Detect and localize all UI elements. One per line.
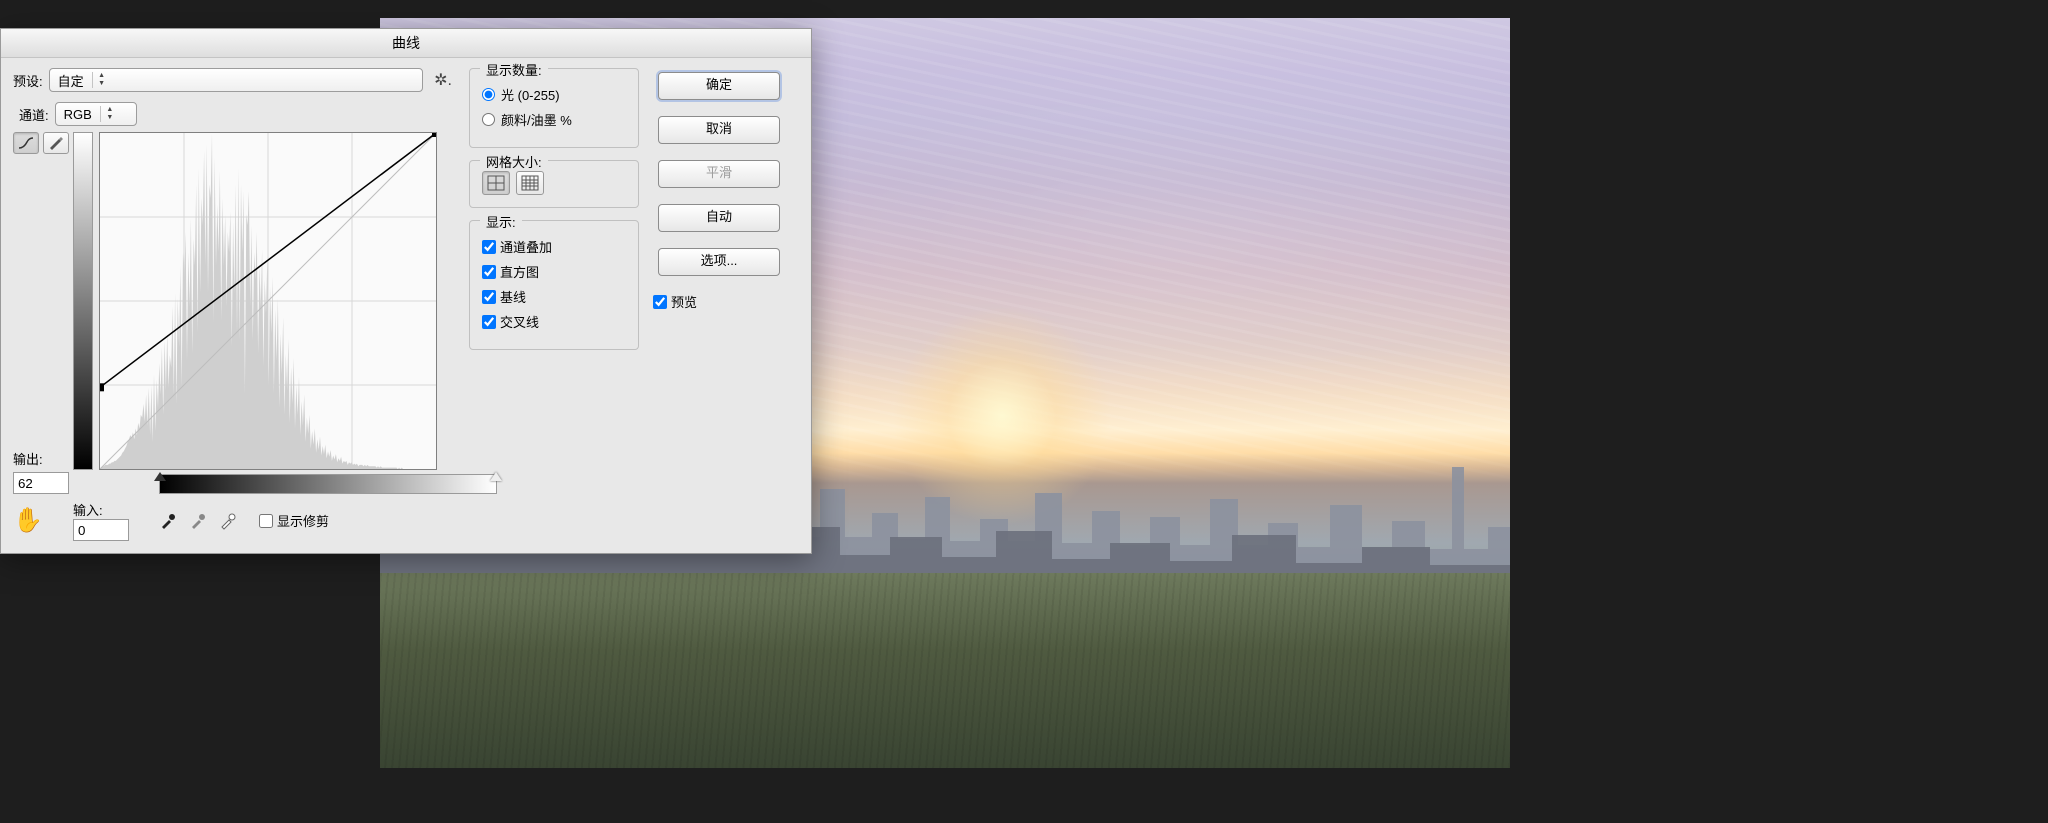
gear-icon[interactable]: ✲. [433,70,453,90]
baseline-label: 基线 [500,287,526,306]
intersection-checkbox[interactable]: 交叉线 [482,312,626,331]
display-amount-title: 显示数量: [480,60,548,79]
white-point-slider[interactable] [490,472,502,481]
cancel-button[interactable]: 取消 [658,116,780,144]
curve-tool-button[interactable] [13,132,39,154]
ok-button[interactable]: 确定 [658,72,780,100]
channel-label: 通道: [19,105,49,124]
smooth-button[interactable]: 平滑 [658,160,780,188]
foreground-trees [380,573,1510,768]
histogram-label: 直方图 [500,262,539,281]
show-group: 显示: 通道叠加 直方图 基线 交叉线 [469,220,639,350]
grid-size-group: 网格大小: [469,160,639,208]
preview-checkbox[interactable]: 预览 [653,292,789,311]
baseline-checkbox[interactable]: 基线 [482,287,626,306]
display-amount-group: 显示数量: 光 (0-255) 颜料/油墨 % [469,68,639,148]
black-eyedropper-icon[interactable] [157,510,179,532]
light-radio[interactable]: 光 (0-255) [482,85,626,104]
grid-coarse-button[interactable] [482,171,510,195]
show-title: 显示: [480,212,522,231]
pigment-radio[interactable]: 颜料/油墨 % [482,110,626,129]
options-button[interactable]: 选项... [658,248,780,276]
histogram-checkbox[interactable]: 直方图 [482,262,626,281]
preset-value: 自定 [50,71,92,90]
dialog-title[interactable]: 曲线 [1,29,811,58]
output-field[interactable] [13,472,69,494]
channel-select[interactable]: RGB ▲▼ [55,102,137,126]
channel-value: RGB [56,107,100,122]
output-label: 输出: [13,449,43,468]
gray-eyedropper-icon[interactable] [187,510,209,532]
grid-size-title: 网格大小: [480,152,548,171]
auto-button[interactable]: 自动 [658,204,780,232]
pigment-radio-label: 颜料/油墨 % [501,110,572,129]
output-gradient [73,132,93,470]
grid-fine-button[interactable] [516,171,544,195]
black-point-slider[interactable] [154,472,166,481]
hand-icon[interactable]: ✋ [13,506,53,535]
input-gradient[interactable] [159,474,497,494]
show-clipping-checkbox[interactable]: 显示修剪 [259,511,329,530]
overlay-label: 通道叠加 [500,237,552,256]
curve-graph[interactable] [99,132,437,470]
preview-label: 预览 [671,292,697,311]
white-eyedropper-icon[interactable] [217,510,239,532]
show-clipping-label: 显示修剪 [277,511,329,530]
pencil-tool-button[interactable] [43,132,69,154]
preset-label: 预设: [13,71,43,90]
updown-icon: ▲▼ [92,72,111,88]
input-field[interactable] [73,519,129,541]
intersection-label: 交叉线 [500,312,539,331]
preset-select[interactable]: 自定 ▲▼ [49,68,423,92]
light-radio-label: 光 (0-255) [501,85,560,104]
curves-dialog: 曲线 预设: 自定 ▲▼ ✲. 通道: RGB ▲▼ [0,28,812,554]
input-label: 输入: [73,500,123,519]
updown-icon: ▲▼ [100,106,119,122]
overlay-checkbox[interactable]: 通道叠加 [482,237,626,256]
